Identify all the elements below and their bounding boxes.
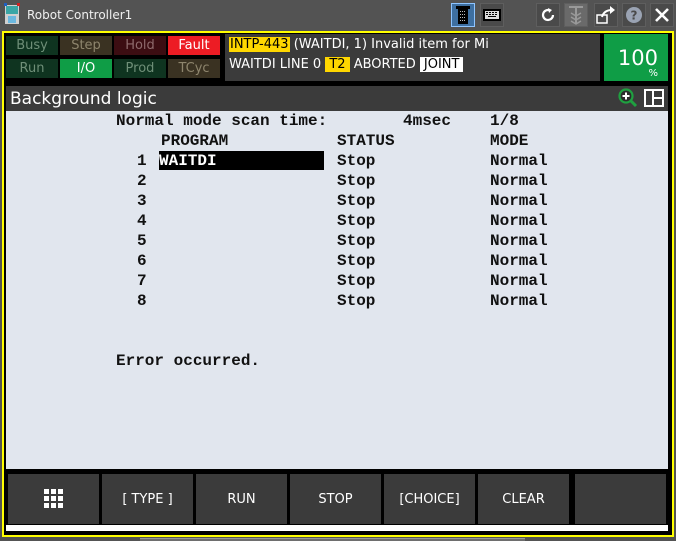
program-field[interactable]	[159, 211, 324, 230]
clear-button[interactable]: CLEAR	[478, 474, 569, 524]
mode-field[interactable]: Normal	[490, 251, 548, 271]
status-tcyc: TCyc	[168, 59, 220, 78]
robot-button[interactable]	[564, 3, 588, 27]
program-field[interactable]: WAITDI	[159, 151, 324, 170]
status-hold: Hold	[114, 36, 166, 55]
status-run: Run	[6, 59, 58, 78]
status-field[interactable]: Stop	[337, 291, 375, 311]
run-button[interactable]: RUN	[196, 474, 287, 524]
f6-button[interactable]	[575, 474, 666, 524]
page-indicator: 1/8	[490, 112, 519, 130]
robot-controller-window: Robot Controller1 ? Busy Step Hold Fault…	[0, 0, 676, 541]
help-icon: ?	[626, 7, 642, 23]
error-message: Error occurred.	[116, 352, 261, 370]
program-state: ABORTED	[349, 57, 420, 72]
status-field[interactable]: Stop	[337, 211, 375, 231]
close-icon	[655, 8, 669, 22]
bottom-strip	[6, 525, 668, 531]
alarm-message: (WAITDI, 1) Invalid item for Mi	[289, 37, 489, 52]
type-button[interactable]: [ TYPE ]	[102, 474, 193, 524]
status-field[interactable]: Stop	[337, 231, 375, 251]
alarm-message-line: INTP-443 (WAITDI, 1) Invalid item for Mi	[229, 37, 489, 52]
header-status: STATUS	[337, 132, 395, 150]
program-field[interactable]	[159, 251, 324, 270]
status-fault: Fault	[168, 36, 220, 55]
mode-field[interactable]: Normal	[490, 271, 548, 291]
mode-field[interactable]: Normal	[490, 151, 548, 171]
row-number: 7	[137, 272, 147, 290]
choice-button[interactable]: [CHOICE]	[384, 474, 475, 524]
override-unit: %	[648, 68, 658, 79]
scan-time-label: Normal mode scan time:	[116, 112, 328, 130]
zoom-in-icon[interactable]	[617, 87, 639, 109]
program-field[interactable]	[159, 231, 324, 250]
row-number: 6	[137, 252, 147, 270]
status-step: Step	[60, 36, 112, 55]
share-button[interactable]	[594, 3, 618, 27]
program-field[interactable]	[159, 271, 324, 290]
header-mode: MODE	[490, 132, 529, 150]
status-field[interactable]: Stop	[337, 271, 375, 291]
program-field[interactable]	[159, 291, 324, 310]
header-program: PROGRAM	[161, 132, 229, 150]
scan-time-value: 4msec	[403, 112, 452, 130]
program-field[interactable]	[159, 171, 324, 190]
speed-override[interactable]: 100 %	[604, 34, 668, 81]
mode-field[interactable]: Normal	[490, 231, 548, 251]
robot-icon	[569, 6, 583, 25]
mode-field[interactable]: Normal	[490, 291, 548, 311]
refresh-button[interactable]	[536, 3, 560, 27]
row-number: 3	[137, 192, 147, 210]
coord-badge: JOINT	[419, 57, 464, 72]
program-field[interactable]	[159, 191, 324, 210]
status-field[interactable]: Stop	[337, 251, 375, 271]
help-button[interactable]: ?	[622, 3, 646, 27]
override-value: 100	[617, 46, 658, 70]
alarm-panel[interactable]: INTP-443 (WAITDI, 1) Invalid item for Mi…	[225, 34, 600, 81]
mode-field[interactable]: Normal	[490, 171, 548, 191]
screen-header: Background logic	[6, 86, 668, 111]
status-field[interactable]: Stop	[337, 171, 375, 191]
row-number: 4	[137, 212, 147, 230]
menu-button[interactable]	[8, 474, 99, 524]
program-status-line: WAITDI LINE 0 T2 ABORTED JOINT	[229, 57, 464, 72]
share-icon	[596, 6, 615, 24]
status-field[interactable]: Stop	[337, 151, 375, 171]
title-bar: Robot Controller1 ?	[0, 0, 676, 31]
stop-button[interactable]: STOP	[290, 474, 381, 524]
row-number: 1	[137, 152, 147, 170]
row-number: 8	[137, 292, 147, 310]
alarm-code: INTP-443	[229, 37, 290, 52]
svg-text:?: ?	[631, 9, 638, 23]
split-screen-icon[interactable]	[644, 89, 664, 107]
screen-title: Background logic	[10, 89, 157, 109]
teach-pendant-icon	[456, 6, 470, 24]
keyboard-button[interactable]	[480, 3, 504, 27]
teach-pendant-app-icon	[4, 3, 20, 24]
status-prod: Prod	[114, 59, 166, 78]
teach-pendant-button[interactable]	[451, 3, 475, 27]
refresh-icon	[541, 8, 555, 22]
status-io: I/O	[60, 59, 112, 78]
background-logic-content: Normal mode scan time: 4msec 1/8 PROGRAM…	[6, 111, 668, 469]
program-line: WAITDI LINE 0	[229, 57, 326, 72]
grid-menu-icon	[43, 489, 63, 508]
mode-field[interactable]: Normal	[490, 211, 548, 231]
mode-badge: T2	[325, 57, 350, 72]
status-busy: Busy	[6, 36, 58, 55]
status-field[interactable]: Stop	[337, 191, 375, 211]
row-number: 5	[137, 232, 147, 250]
mode-field[interactable]: Normal	[490, 191, 548, 211]
row-number: 2	[137, 172, 147, 190]
keyboard-icon	[483, 9, 501, 21]
function-key-bar: [ TYPE ] RUN STOP [CHOICE] CLEAR	[6, 469, 668, 525]
window-title: Robot Controller1	[27, 8, 133, 22]
close-button[interactable]	[650, 3, 674, 27]
